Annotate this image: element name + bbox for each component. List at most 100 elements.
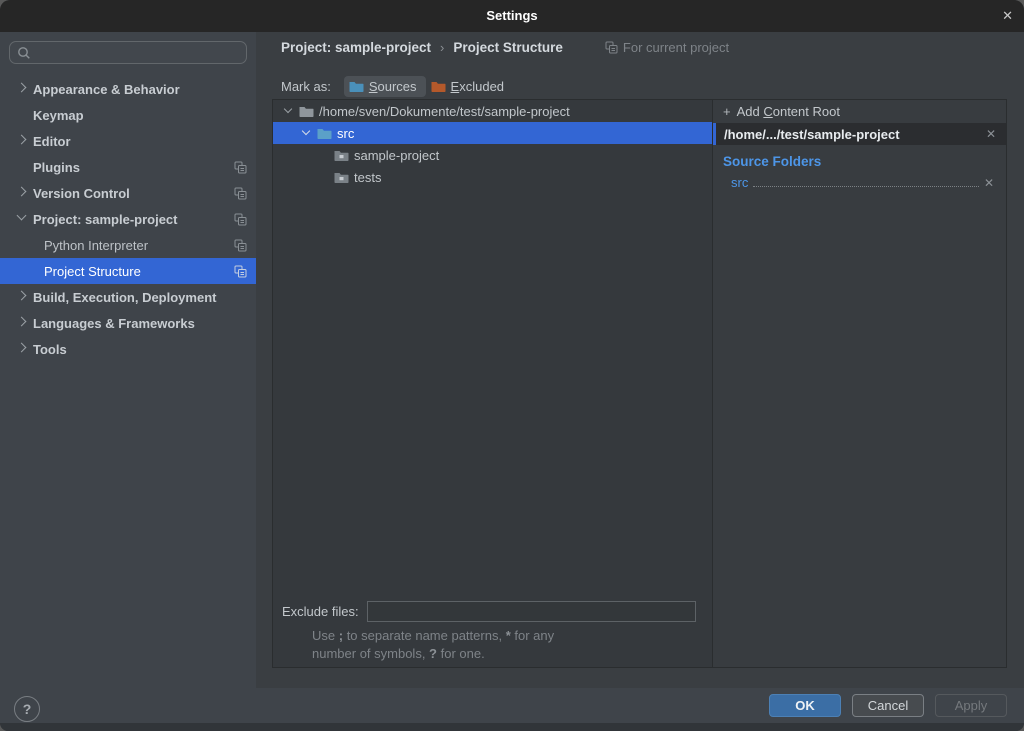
content-root-item[interactable]: /home/.../test/sample-project ✕ <box>713 123 1006 145</box>
chevron-down-icon[interactable] <box>281 105 299 117</box>
hint-text: number of symbols, <box>312 646 429 661</box>
chevron-right-icon[interactable] <box>14 343 33 355</box>
sidebar-item-editor[interactable]: Editor <box>0 128 256 154</box>
tree-row-tests[interactable]: tests <box>273 166 712 188</box>
per-project-settings-icon <box>234 161 247 174</box>
sidebar-item-label: Editor <box>33 134 71 149</box>
hint-question: ? <box>429 646 437 661</box>
settings-nav: Appearance & Behavior Keymap Editor Plug… <box>0 76 256 362</box>
sidebar-item-label: Project Structure <box>44 264 141 279</box>
content-roots-pane: + Add Content Root /home/.../test/sample… <box>712 100 1006 667</box>
breadcrumb-project[interactable]: Project: sample-project <box>281 40 431 55</box>
sidebar-item-project-sample-project[interactable]: Project: sample-project <box>0 206 256 232</box>
chevron-right-icon[interactable] <box>14 317 33 329</box>
dotted-leader <box>753 175 979 187</box>
scope-note: For current project <box>605 40 729 55</box>
per-project-settings-icon <box>234 213 247 226</box>
add-content-root-button[interactable]: + Add Content Root <box>713 100 1006 123</box>
tree-row-src[interactable]: src <box>273 122 712 144</box>
sidebar-item-tools[interactable]: Tools <box>0 336 256 362</box>
sidebar-item-plugins[interactable]: Plugins <box>0 154 256 180</box>
settings-sidebar: Appearance & Behavior Keymap Editor Plug… <box>0 32 256 688</box>
chevron-right-icon[interactable] <box>14 135 33 147</box>
tree-row-label: tests <box>354 170 381 185</box>
per-project-settings-icon <box>234 187 247 200</box>
help-button[interactable]: ? <box>14 696 40 722</box>
sidebar-item-languages-frameworks[interactable]: Languages & Frameworks <box>0 310 256 336</box>
tree-row-label: src <box>337 126 354 141</box>
sidebar-item-project-structure[interactable]: Project Structure <box>0 258 256 284</box>
scope-note-label: For current project <box>623 40 729 55</box>
settings-dialog: Settings ✕ Appearance & Behavior Keymap … <box>0 0 1024 731</box>
sidebar-item-appearance-behavior[interactable]: Appearance & Behavior <box>0 76 256 102</box>
remove-source-folder-icon[interactable]: ✕ <box>984 176 994 190</box>
sidebar-item-python-interpreter[interactable]: Python Interpreter <box>0 232 256 258</box>
exclude-files-row: Exclude files: <box>282 601 696 622</box>
content-root-tree: /home/sven/Dokumente/test/sample-project… <box>273 100 712 667</box>
hint-text: Use <box>312 628 339 643</box>
exclude-files-input[interactable] <box>367 601 696 622</box>
project-structure-panel: /home/sven/Dokumente/test/sample-project… <box>272 99 1007 668</box>
excluded-folder-icon <box>431 80 446 93</box>
titlebar: Settings ✕ <box>0 0 1024 32</box>
settings-search-input[interactable] <box>9 41 247 64</box>
tree-row-label: /home/sven/Dokumente/test/sample-project <box>319 104 570 119</box>
tree-row-sample-project[interactable]: sample-project <box>273 144 712 166</box>
chevron-right-icon[interactable] <box>14 291 33 303</box>
sidebar-item-label: Languages & Frameworks <box>33 316 195 331</box>
apply-button[interactable]: Apply <box>935 694 1007 717</box>
breadcrumb-separator: › <box>440 40 444 55</box>
add-content-root-label: Add <box>737 104 764 119</box>
search-icon <box>17 46 31 60</box>
window-bottom-edge <box>0 723 1024 731</box>
tree-row-label: sample-project <box>354 148 439 163</box>
source-folder-name[interactable]: src <box>731 175 748 190</box>
plus-icon: + <box>723 104 731 119</box>
ok-button[interactable]: OK <box>769 694 841 717</box>
chevron-placeholder <box>25 239 44 251</box>
sidebar-item-build-execution-deployment[interactable]: Build, Execution, Deployment <box>0 284 256 310</box>
sidebar-item-label: Keymap <box>33 108 84 123</box>
mark-as-toolbar: Mark as: Sources Excluded <box>281 73 513 99</box>
source-folder-icon <box>317 127 332 140</box>
breadcrumb: Project: sample-project › Project Struct… <box>281 40 729 55</box>
per-project-settings-icon <box>605 41 618 54</box>
chevron-placeholder <box>25 265 44 277</box>
mnemonic: S <box>369 79 378 94</box>
sidebar-item-label: Plugins <box>33 160 80 175</box>
chevron-down-icon[interactable] <box>299 127 317 139</box>
per-project-settings-icon <box>234 265 247 278</box>
source-folder-icon <box>349 80 364 93</box>
breadcrumb-page: Project Structure <box>453 40 563 55</box>
mark-as-label: Mark as: <box>281 79 331 94</box>
chevron-right-icon[interactable] <box>14 187 33 199</box>
hint-text: to separate name patterns, <box>343 628 506 643</box>
mnemonic: E <box>451 79 460 94</box>
hint-text: for any <box>511 628 554 643</box>
sidebar-item-label: Project: sample-project <box>33 212 178 227</box>
per-project-settings-icon <box>234 239 247 252</box>
sidebar-item-label: Tools <box>33 342 67 357</box>
mark-as-excluded-button[interactable]: Excluded <box>426 76 513 97</box>
mnemonic: C <box>763 104 772 119</box>
chevron-down-icon[interactable] <box>14 213 33 225</box>
chevron-placeholder <box>14 109 33 121</box>
exclude-files-label: Exclude files: <box>282 604 359 619</box>
sidebar-item-version-control[interactable]: Version Control <box>0 180 256 206</box>
chevron-placeholder <box>14 161 33 173</box>
mark-as-sources-button[interactable]: Sources <box>344 76 426 97</box>
source-folder-item[interactable]: src ✕ <box>731 175 994 190</box>
package-folder-icon <box>334 171 349 184</box>
window-title: Settings <box>0 0 1024 32</box>
chevron-right-icon[interactable] <box>14 83 33 95</box>
tree-row-content-root[interactable]: /home/sven/Dokumente/test/sample-project <box>273 100 712 122</box>
close-icon[interactable]: ✕ <box>1002 0 1013 32</box>
remove-content-root-icon[interactable]: ✕ <box>986 127 996 141</box>
sidebar-item-label: Version Control <box>33 186 130 201</box>
package-folder-icon <box>334 149 349 162</box>
cancel-button[interactable]: Cancel <box>852 694 924 717</box>
exclude-files-hint: Use ; to separate name patterns, * for a… <box>312 627 554 663</box>
sidebar-item-keymap[interactable]: Keymap <box>0 102 256 128</box>
hint-text: for one. <box>437 646 485 661</box>
dialog-footer: ? OK Cancel Apply <box>0 688 1024 723</box>
